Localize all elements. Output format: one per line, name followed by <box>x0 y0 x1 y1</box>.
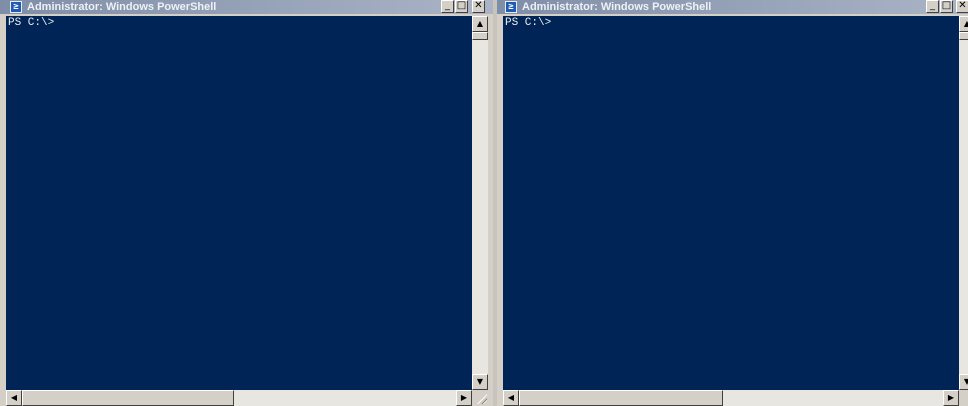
powershell-window-left[interactable]: ≥ Administrator: Windows PowerShell _ □ … <box>0 0 493 406</box>
console-prompt-line: PS C:\> <box>505 17 552 29</box>
horizontal-scrollbar[interactable]: ◀ ▶ <box>6 390 472 406</box>
console-prompt-line: PS C:\> <box>8 17 55 29</box>
vertical-scroll-thumb[interactable] <box>472 32 488 40</box>
horizontal-scroll-thumb[interactable] <box>519 390 723 406</box>
scroll-right-button[interactable]: ▶ <box>943 390 959 406</box>
scroll-down-button[interactable]: ▼ <box>959 374 968 390</box>
minimize-button[interactable]: _ <box>926 0 939 13</box>
window-title: Administrator: Windows PowerShell <box>522 1 712 13</box>
title-bar[interactable]: ≥ Administrator: Windows PowerShell <box>497 0 968 14</box>
scroll-left-button[interactable]: ◀ <box>6 390 22 406</box>
size-grip[interactable] <box>473 390 489 406</box>
scroll-left-button[interactable]: ◀ <box>503 390 519 406</box>
close-button[interactable]: ✕ <box>472 0 485 13</box>
maximize-button[interactable]: □ <box>455 0 468 13</box>
maximize-button[interactable]: □ <box>940 0 953 13</box>
vertical-scroll-thumb[interactable] <box>959 32 968 40</box>
horizontal-scrollbar[interactable]: ◀ ▶ <box>503 390 959 406</box>
powershell-icon[interactable]: ≥ <box>10 1 22 13</box>
scroll-down-button[interactable]: ▼ <box>472 374 488 390</box>
console-area[interactable]: PS C:\> <box>6 16 472 390</box>
vertical-scrollbar[interactable]: ▲ ▼ <box>472 16 488 390</box>
close-button[interactable]: ✕ <box>956 0 968 13</box>
vertical-scrollbar[interactable]: ▲ ▼ <box>959 16 968 390</box>
title-bar[interactable]: ≥ Administrator: Windows PowerShell <box>0 0 493 14</box>
scroll-right-button[interactable]: ▶ <box>456 390 472 406</box>
window-title: Administrator: Windows PowerShell <box>27 1 217 13</box>
scroll-up-button[interactable]: ▲ <box>959 16 968 32</box>
scroll-up-button[interactable]: ▲ <box>472 16 488 32</box>
console-area[interactable]: PS C:\> <box>503 16 959 390</box>
powershell-icon[interactable]: ≥ <box>505 1 517 13</box>
minimize-button[interactable]: _ <box>441 0 454 13</box>
horizontal-scroll-thumb[interactable] <box>22 390 234 406</box>
powershell-window-right[interactable]: ≥ Administrator: Windows PowerShell _ □ … <box>497 0 968 406</box>
